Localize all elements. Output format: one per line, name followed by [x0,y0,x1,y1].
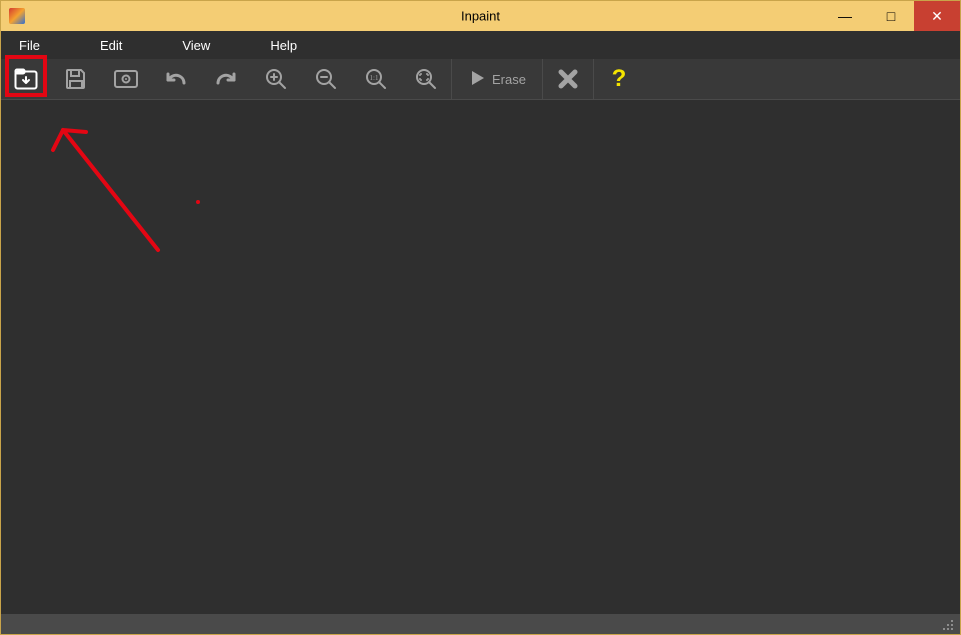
statusbar [1,614,960,634]
zoom-out-button[interactable] [301,59,351,99]
menu-view[interactable]: View [170,31,222,59]
menu-edit[interactable]: Edit [88,31,134,59]
zoom-fit-button[interactable] [401,59,451,99]
app-window: Inpaint — □ ✕ File Edit View Help [0,0,961,635]
zoom-actual-button[interactable]: 1:1 [351,59,401,99]
canvas-area[interactable] [1,100,960,614]
zoom-out-icon [315,68,337,90]
help-icon: ? [612,65,627,93]
toolbar: 1:1 Erase [1,59,960,100]
save-button[interactable] [51,59,101,99]
erase-button-label: Erase [492,72,526,87]
redo-icon [214,69,238,89]
zoom-in-button[interactable] [251,59,301,99]
zoom-fit-icon [415,68,437,90]
close-button[interactable]: ✕ [914,1,960,31]
menu-file[interactable]: File [7,31,52,59]
svg-text:1:1: 1:1 [370,74,379,82]
play-icon [468,69,486,90]
redo-button[interactable] [201,59,251,99]
open-file-icon [14,68,38,90]
menu-help[interactable]: Help [258,31,309,59]
window-title: Inpaint [461,9,500,24]
cancel-icon [558,69,578,89]
resize-grip-icon[interactable] [940,617,954,631]
cancel-button[interactable] [543,59,593,99]
view-original-button[interactable] [101,59,151,99]
erase-button[interactable]: Erase [452,59,542,99]
help-button[interactable]: ? [594,59,644,99]
minimize-button[interactable]: — [822,1,868,31]
undo-button[interactable] [151,59,201,99]
undo-icon [164,69,188,89]
view-original-icon [113,68,139,90]
maximize-button[interactable]: □ [868,1,914,31]
save-icon [65,68,87,90]
titlebar[interactable]: Inpaint — □ ✕ [1,1,960,31]
zoom-actual-icon: 1:1 [365,68,387,90]
zoom-in-icon [265,68,287,90]
open-file-button[interactable] [1,59,51,99]
app-icon [9,8,25,24]
menubar: File Edit View Help [1,31,960,59]
window-controls: — □ ✕ [822,1,960,31]
